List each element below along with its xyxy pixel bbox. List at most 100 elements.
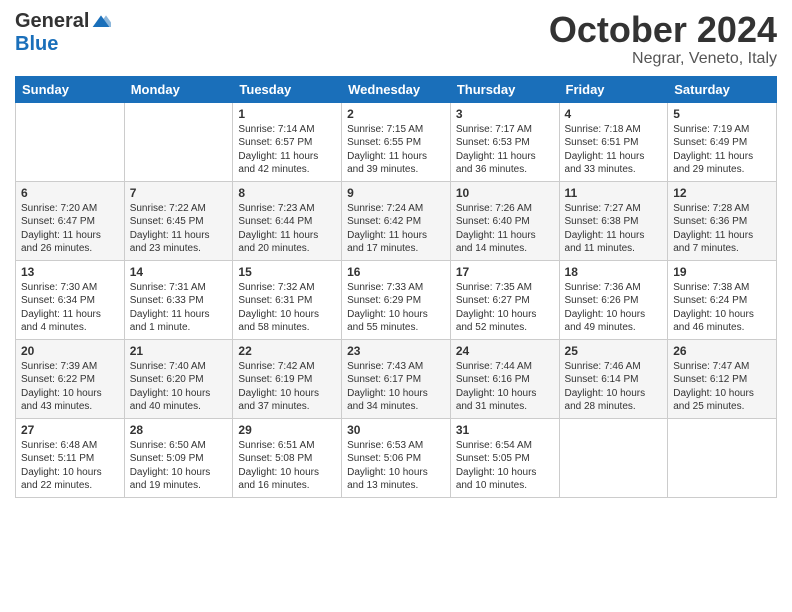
day-number: 5 [673,107,771,121]
daylight-text: Daylight: 11 hours and 33 minutes. [565,150,663,177]
calendar-week-row: 27 Sunrise: 6:48 AMSunset: 5:11 PMDayligh… [16,418,777,497]
calendar-cell: 11 Sunrise: 7:27 AMSunset: 6:38 PMDayligh… [559,181,668,260]
sunrise-text: Sunrise: 7:26 AM [456,202,554,216]
day-number: 10 [456,186,554,200]
daylight-text: Daylight: 10 hours and 55 minutes. [347,308,445,335]
day-info: Sunrise: 7:40 AMSunset: 6:20 PMDaylight:… [130,360,228,414]
day-info: Sunrise: 7:27 AMSunset: 6:38 PMDaylight:… [565,202,663,256]
day-info: Sunrise: 7:19 AMSunset: 6:49 PMDaylight:… [673,123,771,177]
daylight-text: Daylight: 11 hours and 7 minutes. [673,229,771,256]
sunrise-text: Sunrise: 7:38 AM [673,281,771,295]
day-number: 21 [130,344,228,358]
calendar-cell: 3Sunrise: 7:17 AMSunset: 6:53 PMDaylight… [450,102,559,181]
day-number: 16 [347,265,445,279]
day-number: 12 [673,186,771,200]
day-info: Sunrise: 7:22 AMSunset: 6:45 PMDaylight:… [130,202,228,256]
day-info: Sunrise: 6:48 AMSunset: 5:11 PMDaylight:… [21,439,119,493]
calendar-cell [16,102,125,181]
daylight-text: Daylight: 10 hours and 13 minutes. [347,466,445,493]
sunset-text: Sunset: 6:49 PM [673,136,771,150]
calendar-cell: 4Sunrise: 7:18 AMSunset: 6:51 PMDaylight… [559,102,668,181]
calendar-cell: 19Sunrise: 7:38 AMSunset: 6:24 PMDayligh… [668,260,777,339]
day-info: Sunrise: 7:20 AMSunset: 6:47 PMDaylight:… [21,202,119,256]
day-number: 26 [673,344,771,358]
sunrise-text: Sunrise: 7:24 AM [347,202,445,216]
day-info: Sunrise: 7:31 AMSunset: 6:33 PMDaylight:… [130,281,228,335]
sunset-text: Sunset: 6:53 PM [456,136,554,150]
calendar-week-row: 13 Sunrise: 7:30 AMSunset: 6:34 PMDayligh… [16,260,777,339]
day-info: Sunrise: 6:53 AMSunset: 5:06 PMDaylight:… [347,439,445,493]
sunset-text: Sunset: 6:20 PM [130,373,228,387]
calendar-cell: 31Sunrise: 6:54 AMSunset: 5:05 PMDayligh… [450,418,559,497]
daylight-text: Daylight: 10 hours and 22 minutes. [21,466,119,493]
day-info: Sunrise: 7:14 AMSunset: 6:57 PMDaylight:… [238,123,336,177]
title-area: October 2024 Negrar, Veneto, Italy [549,10,777,68]
day-info: Sunrise: 7:47 AMSunset: 6:12 PMDaylight:… [673,360,771,414]
day-info: Sunrise: 7:30 AMSunset: 6:34 PMDaylight:… [21,281,119,335]
day-number: 22 [238,344,336,358]
sunrise-text: Sunrise: 7:18 AM [565,123,663,137]
day-number: 14 [130,265,228,279]
sunset-text: Sunset: 6:38 PM [565,215,663,229]
day-number: 18 [565,265,663,279]
sunrise-text: Sunrise: 6:51 AM [238,439,336,453]
calendar-cell: 22 Sunrise: 7:42 AMSunset: 6:19 PMDayligh… [233,339,342,418]
calendar-cell: 6 Sunrise: 7:20 AMSunset: 6:47 PMDaylight… [16,181,125,260]
daylight-text: Daylight: 10 hours and 28 minutes. [565,387,663,414]
calendar-cell [668,418,777,497]
day-info: Sunrise: 7:32 AMSunset: 6:31 PMDaylight:… [238,281,336,335]
daylight-text: Daylight: 11 hours and 29 minutes. [673,150,771,177]
sunrise-text: Sunrise: 7:44 AM [456,360,554,374]
day-number: 27 [21,423,119,437]
calendar-cell: 1Sunrise: 7:14 AMSunset: 6:57 PMDaylight… [233,102,342,181]
day-number: 7 [130,186,228,200]
day-info: Sunrise: 7:28 AMSunset: 6:36 PMDaylight:… [673,202,771,256]
daylight-text: Daylight: 11 hours and 23 minutes. [130,229,228,256]
sunrise-text: Sunrise: 7:36 AM [565,281,663,295]
calendar: SundayMondayTuesdayWednesdayThursdayFrid… [15,76,777,498]
daylight-text: Daylight: 10 hours and 37 minutes. [238,387,336,414]
calendar-cell: 13 Sunrise: 7:30 AMSunset: 6:34 PMDayligh… [16,260,125,339]
sunset-text: Sunset: 6:29 PM [347,294,445,308]
day-info: Sunrise: 7:42 AMSunset: 6:19 PMDaylight:… [238,360,336,414]
day-info: Sunrise: 7:33 AMSunset: 6:29 PMDaylight:… [347,281,445,335]
day-number: 20 [21,344,119,358]
sunrise-text: Sunrise: 7:42 AM [238,360,336,374]
day-number: 4 [565,107,663,121]
day-number: 15 [238,265,336,279]
day-number: 11 [565,186,663,200]
sunrise-text: Sunrise: 7:27 AM [565,202,663,216]
daylight-text: Daylight: 11 hours and 11 minutes. [565,229,663,256]
calendar-cell: 7 Sunrise: 7:22 AMSunset: 6:45 PMDaylight… [124,181,233,260]
weekday-header-sunday: Sunday [16,76,125,102]
sunset-text: Sunset: 6:55 PM [347,136,445,150]
page: General Blue October 2024 Negrar, Veneto… [0,0,792,508]
sunset-text: Sunset: 6:22 PM [21,373,119,387]
day-info: Sunrise: 7:46 AMSunset: 6:14 PMDaylight:… [565,360,663,414]
calendar-cell: 28Sunrise: 6:50 AMSunset: 5:09 PMDayligh… [124,418,233,497]
sunset-text: Sunset: 6:45 PM [130,215,228,229]
calendar-cell: 23Sunrise: 7:43 AMSunset: 6:17 PMDayligh… [342,339,451,418]
day-number: 30 [347,423,445,437]
day-number: 31 [456,423,554,437]
calendar-cell: 25Sunrise: 7:46 AMSunset: 6:14 PMDayligh… [559,339,668,418]
sunrise-text: Sunrise: 7:23 AM [238,202,336,216]
sunset-text: Sunset: 5:05 PM [456,452,554,466]
calendar-cell: 27 Sunrise: 6:48 AMSunset: 5:11 PMDayligh… [16,418,125,497]
day-number: 6 [21,186,119,200]
sunset-text: Sunset: 6:34 PM [21,294,119,308]
logo: General Blue [15,10,111,56]
sunset-text: Sunset: 6:24 PM [673,294,771,308]
day-info: Sunrise: 7:24 AMSunset: 6:42 PMDaylight:… [347,202,445,256]
sunset-text: Sunset: 5:11 PM [21,452,119,466]
day-number: 13 [21,265,119,279]
calendar-cell: 15 Sunrise: 7:32 AMSunset: 6:31 PMDayligh… [233,260,342,339]
sunrise-text: Sunrise: 7:40 AM [130,360,228,374]
logo-icon [91,12,111,32]
day-info: Sunrise: 6:51 AMSunset: 5:08 PMDaylight:… [238,439,336,493]
day-number: 28 [130,423,228,437]
sunset-text: Sunset: 6:19 PM [238,373,336,387]
header: General Blue October 2024 Negrar, Veneto… [15,10,777,68]
day-number: 9 [347,186,445,200]
day-number: 23 [347,344,445,358]
